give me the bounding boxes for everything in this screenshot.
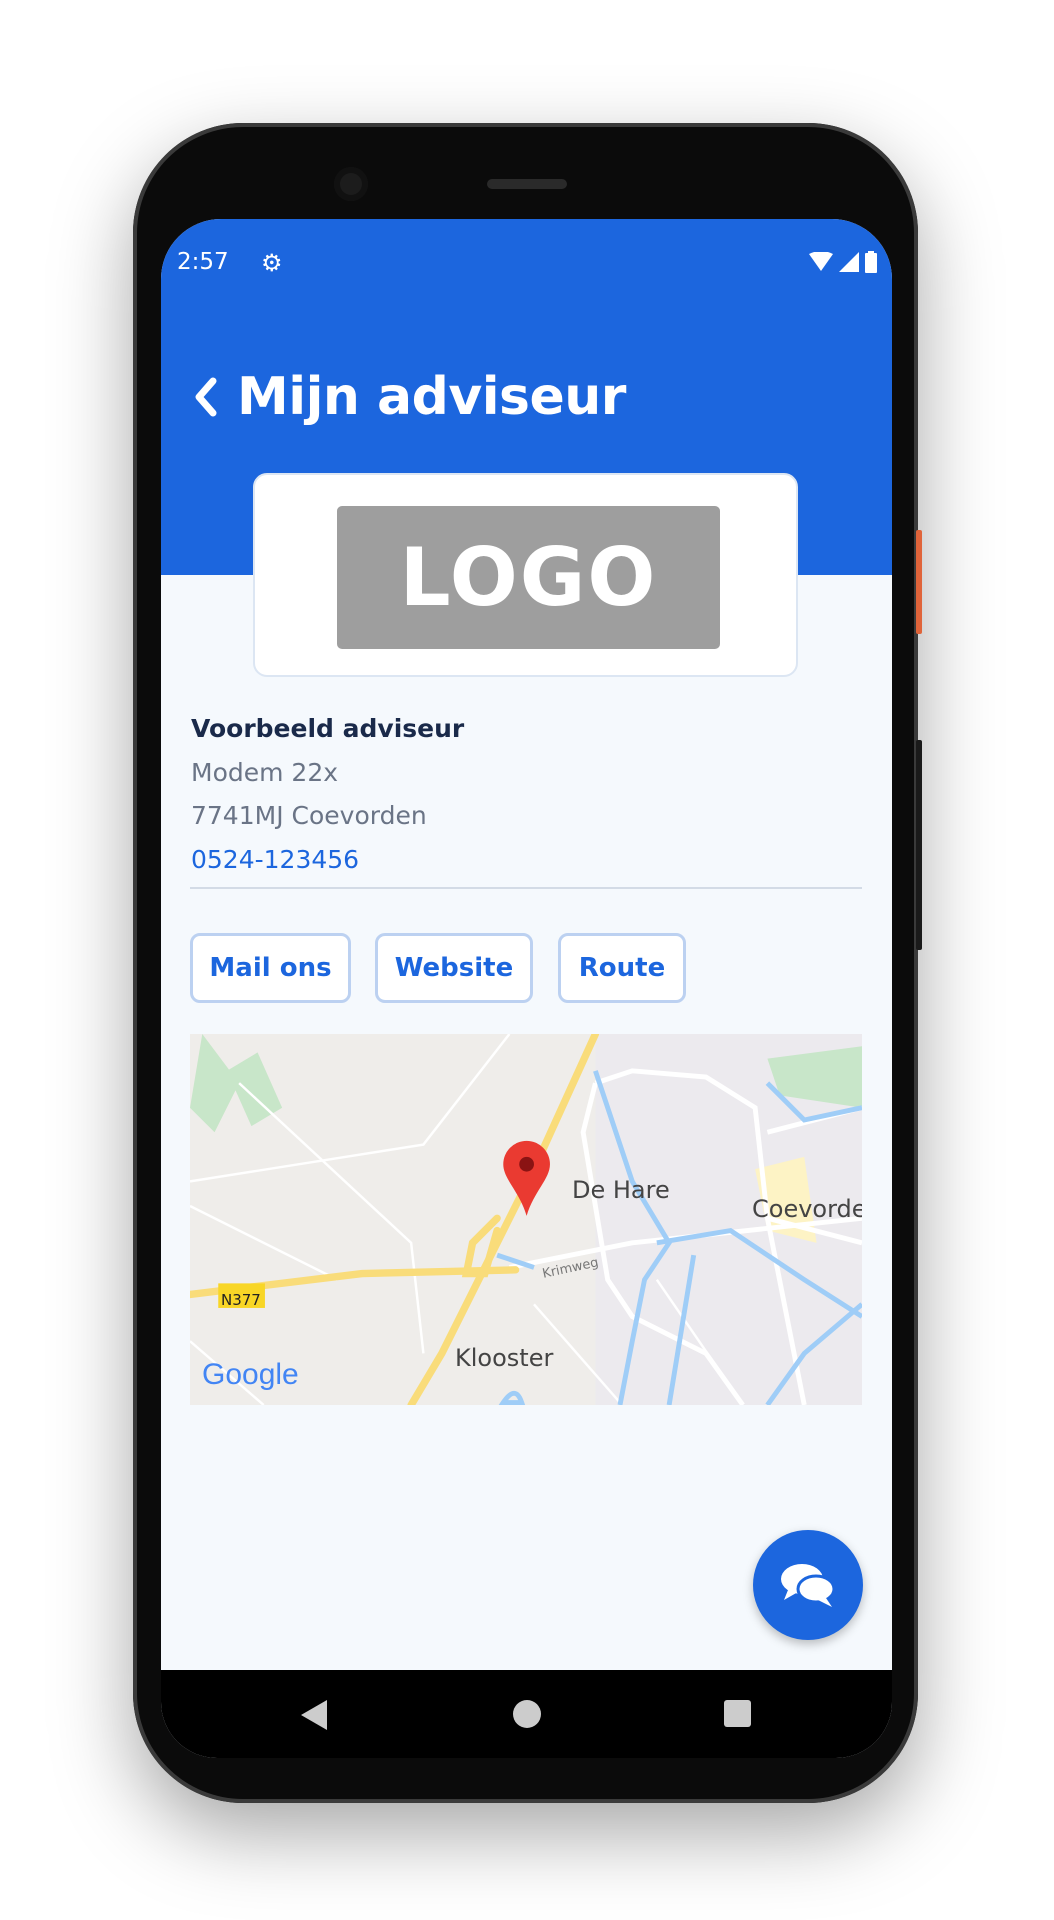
battery-icon: [865, 251, 877, 273]
map-label-coevorden: Coevorden: [752, 1195, 862, 1223]
map-label-klooster: Klooster: [455, 1344, 554, 1372]
status-time: 2:57: [177, 249, 229, 275]
status-bar: 2:57 ⚙: [177, 247, 877, 283]
logo-card: LOGO: [253, 473, 798, 677]
gear-icon: ⚙: [261, 249, 283, 277]
location-pin-icon[interactable]: [503, 1140, 550, 1216]
home-icon[interactable]: [513, 1700, 541, 1728]
earpiece-speaker: [487, 179, 567, 189]
advisor-city: 7741MJ Coevorden: [191, 801, 427, 830]
signal-icon: [839, 252, 859, 272]
map-label-de-hare: De Hare: [572, 1176, 670, 1204]
front-camera: [334, 167, 368, 201]
advisor-phone-link[interactable]: 0524-123456: [191, 838, 464, 882]
power-button: [916, 530, 922, 634]
google-logo: Google: [202, 1358, 299, 1391]
chat-icon: [781, 1564, 836, 1607]
chevron-left-icon[interactable]: [191, 377, 219, 417]
page-title: Mijn adviseur: [237, 367, 626, 427]
website-button[interactable]: Website: [375, 933, 533, 1003]
advisor-name: Voorbeeld adviseur: [191, 714, 465, 743]
map[interactable]: De Hare Coevorden Krimweg N377 Klooster …: [190, 1034, 862, 1405]
advisor-info: Voorbeeld adviseur Modem 22x 7741MJ Coev…: [191, 707, 464, 881]
android-nav-bar: [161, 1670, 892, 1758]
chat-button[interactable]: [753, 1530, 863, 1640]
advisor-logo: LOGO: [337, 506, 720, 649]
screen: 2:57 ⚙ Mijn adviseur LOGO Voorbeeld advi…: [161, 219, 892, 1758]
recents-icon[interactable]: [724, 1700, 751, 1727]
back-icon[interactable]: [301, 1700, 327, 1730]
title-bar: Mijn adviseur: [191, 367, 626, 427]
advisor-street: Modem 22x: [191, 757, 339, 787]
volume-button: [916, 740, 922, 950]
divider: [190, 887, 862, 889]
map-label-n377: N377: [221, 1291, 261, 1309]
mail-button[interactable]: Mail ons: [190, 933, 351, 1003]
route-button[interactable]: Route: [558, 933, 686, 1003]
wifi-icon: [809, 252, 833, 271]
